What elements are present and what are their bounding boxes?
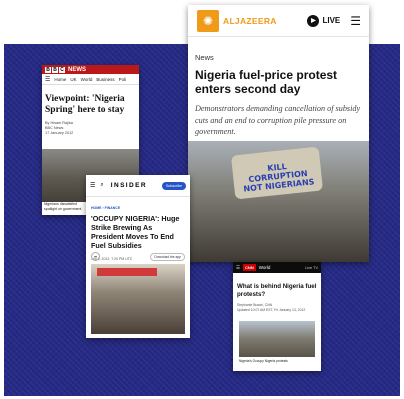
live-button[interactable]: ▶ LIVE [307, 14, 341, 27]
aljazeera-photo: KILL CORRUPTION NOT NIGERIANS [188, 141, 369, 262]
station-canopy [97, 268, 157, 276]
bbc-logo-letter: B [45, 66, 51, 73]
insider-topbar: ☰ ⌕ INSIDER Subscribe [86, 175, 190, 197]
cnn-byline: Stephanie Busari, CNN Updated 10:07 AM E… [237, 303, 317, 312]
aljazeera-header: ✺ ALJAZEERA ▶ LIVE ☰ [188, 5, 369, 37]
download-app-button[interactable]: Download the app [150, 253, 185, 261]
aljazeera-brand: ALJAZEERA [223, 15, 277, 26]
bbc-caption: Nigerians dissatisfied spotlight on gove… [42, 202, 90, 211]
aljazeera-subtitle: Demonstrators demanding cancellation of … [195, 104, 361, 136]
menu-icon[interactable]: ☰ [45, 76, 50, 83]
bbc-nav-item[interactable]: UK [70, 77, 76, 82]
aljazeera-title: Nigeria fuel-price protest enters second… [195, 68, 338, 96]
aljazeera-article-card[interactable]: ✺ ALJAZEERA ▶ LIVE ☰ News Nigeria fuel-p… [188, 5, 369, 262]
search-icon[interactable]: ⌕ [100, 182, 103, 189]
cnn-title: What is behind Nigeria fuel protests? [237, 283, 317, 298]
aljazeera-section[interactable]: News [195, 53, 369, 62]
menu-icon[interactable]: ☰ [90, 182, 95, 189]
menu-icon[interactable]: ☰ [350, 14, 361, 28]
cnn-byline-date: Updated 10:07 AM EST, Fri January 13, 20… [237, 307, 306, 312]
cnn-logo[interactable]: CNN [243, 264, 256, 271]
bbc-date: 17 January 2012 [45, 131, 74, 135]
insider-title: 'OCCUPY NIGERIA': Huge Strike Brewing As… [91, 214, 180, 250]
cnn-article-card[interactable]: ☰ CNN World Live TV What is behind Niger… [233, 262, 321, 371]
bbc-nav: ☰ Home UK World Business Poli [42, 74, 139, 85]
live-tv-link[interactable]: Live TV [305, 266, 318, 270]
bbc-logo-letter: B [52, 66, 58, 73]
cnn-section[interactable]: World [259, 265, 271, 270]
menu-icon[interactable]: ☰ [236, 265, 240, 271]
insider-article-card[interactable]: ☰ ⌕ INSIDER Subscribe HOME › FINANCE 'OC… [86, 175, 190, 338]
bbc-headline: Viewpoint: 'Nigeria Spring' here to stay [45, 94, 125, 115]
bbc-nav-item[interactable]: Poli [119, 77, 127, 82]
share-icon[interactable]: ➦ [91, 252, 100, 261]
cnn-caption: Nigeria's Occupy Nigeria protests [239, 359, 288, 363]
subscribe-button[interactable]: Subscribe [162, 181, 186, 190]
aljazeera-logo-icon[interactable]: ✺ [197, 9, 219, 32]
bbc-nav-item[interactable]: Home [54, 77, 66, 82]
breadcrumb[interactable]: HOME › FINANCE [91, 206, 190, 210]
cnn-photo [239, 321, 315, 357]
insider-photo [91, 264, 185, 334]
bbc-nav-item[interactable]: Business [96, 77, 114, 82]
play-icon: ▶ [307, 14, 320, 27]
bbc-logo-letter: C [59, 66, 65, 73]
insider-brand: INSIDER [110, 182, 147, 189]
bbc-nav-item[interactable]: World [81, 77, 93, 82]
live-label: LIVE [322, 16, 341, 25]
bbc-topbar: B B C NEWS [42, 65, 139, 74]
bbc-logo-word: NEWS [68, 66, 86, 73]
cnn-topbar: ☰ CNN World Live TV [233, 262, 321, 273]
